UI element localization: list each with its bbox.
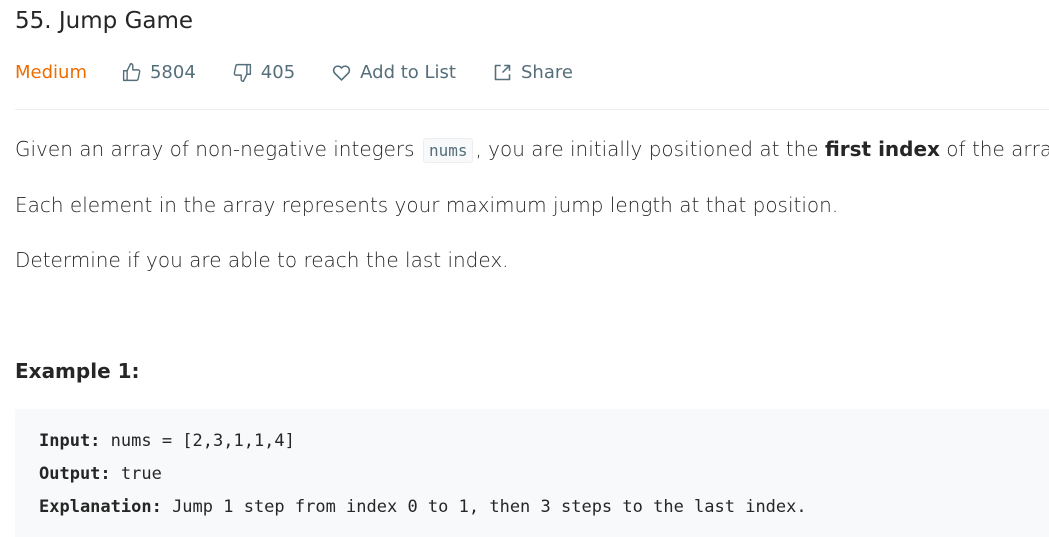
add-to-list-label: Add to List: [360, 61, 456, 83]
thumbs-up-icon: [122, 62, 141, 81]
inline-code-nums: nums: [422, 138, 474, 163]
example-1-title: Example 1:: [15, 359, 140, 383]
share-icon: [494, 64, 511, 80]
header-divider: [15, 109, 1049, 110]
problem-title: 55. Jump Game: [15, 8, 194, 34]
example-explanation-line: Explanation: Jump 1 step from index 0 to…: [39, 497, 807, 517]
problem-meta-bar: Medium 5804 405 Add to List Share: [15, 58, 609, 86]
description-paragraph-3: Determine if you are able to reach the l…: [15, 248, 509, 272]
dislike-count: 405: [260, 61, 296, 83]
example-1-code-block: Input: nums = [2,3,1,1,4] Output: true E…: [15, 409, 1049, 537]
heart-icon: [333, 64, 351, 81]
difficulty-badge: Medium: [15, 61, 87, 83]
share-button[interactable]: Share: [492, 62, 573, 83]
dislike-button[interactable]: 405: [232, 62, 295, 83]
description-paragraph-1: Given an array of non-negative integers …: [15, 137, 1049, 163]
share-label: Share: [520, 61, 573, 83]
example-input-line: Input: nums = [2,3,1,1,4]: [39, 431, 295, 451]
thumbs-down-icon: [233, 63, 251, 82]
description-paragraph-2: Each element in the array represents you…: [15, 193, 839, 217]
example-output-line: Output: true: [39, 464, 162, 484]
like-count: 5804: [149, 61, 196, 83]
add-to-list-button[interactable]: Add to List: [331, 62, 456, 83]
like-button[interactable]: 5804: [121, 62, 196, 83]
bold-first-index: first index: [824, 137, 940, 161]
